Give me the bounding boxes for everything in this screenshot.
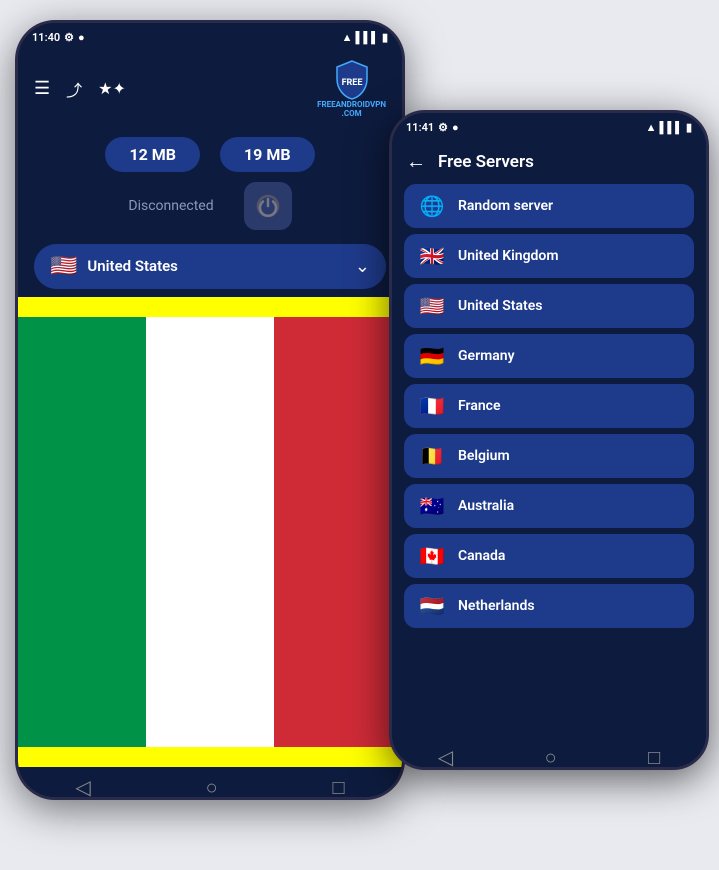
flag-yellow-bar-top bbox=[18, 297, 402, 317]
server-list: 🌐 Random server 🇬🇧 United Kingdom 🇺🇸 Uni… bbox=[392, 180, 706, 737]
phone2-signal-icon: ▌▌▌ bbox=[660, 121, 683, 134]
server-item-uk[interactable]: 🇬🇧 United Kingdom bbox=[404, 234, 694, 278]
phone2-time: 11:41 bbox=[406, 121, 434, 134]
logo-area: FREE FREEANDROIDVPN .COM bbox=[317, 59, 386, 119]
server-list-title: Free Servers bbox=[438, 152, 534, 172]
phone1-status-bar: 11:40 ⚙ ● ▲ ▌▌▌ ▮ bbox=[18, 23, 402, 51]
server-flag-be: 🇧🇪 bbox=[418, 444, 446, 468]
server-name-nl: Netherlands bbox=[458, 598, 535, 614]
recent-nav-button[interactable]: □ bbox=[332, 775, 344, 800]
phone2-bottom-nav: ◁ ○ □ bbox=[392, 737, 706, 770]
phone1: 11:40 ⚙ ● ▲ ▌▌▌ ▮ ☰ ⤴ ★✦ FREE bbox=[15, 20, 405, 800]
server-name-uk: United Kingdom bbox=[458, 248, 559, 264]
phone1-location-dot: ● bbox=[78, 31, 85, 44]
back-nav-button[interactable]: ◁ bbox=[75, 775, 90, 799]
back-arrow-button[interactable]: ← bbox=[406, 149, 426, 174]
server-name-be: Belgium bbox=[458, 448, 510, 464]
server-flag-random: 🌐 bbox=[418, 194, 446, 218]
connection-row: Disconnected bbox=[18, 176, 402, 236]
flag-white-stripe bbox=[146, 317, 274, 747]
phone1-settings-icon: ⚙ bbox=[64, 31, 74, 44]
server-name-us: United States bbox=[458, 298, 542, 314]
phone2: 11:41 ⚙ ● ▲ ▌▌▌ ▮ ← Free Servers 🌐 Rando bbox=[389, 110, 709, 770]
phones-container: 11:40 ⚙ ● ▲ ▌▌▌ ▮ ☰ ⤴ ★✦ FREE bbox=[0, 0, 719, 870]
flag-yellow-bar-bottom bbox=[18, 747, 402, 767]
status-right: ▲ ▌▌▌ ▮ bbox=[342, 31, 388, 44]
phone1-toolbar: ☰ ⤴ ★✦ FREE FREEANDROIDVPN .COM bbox=[18, 51, 402, 127]
server-item-random[interactable]: 🌐 Random server bbox=[404, 184, 694, 228]
server-flag-fr: 🇫🇷 bbox=[418, 394, 446, 418]
p2-status-left: 11:41 ⚙ ● bbox=[406, 121, 459, 134]
phone1-time: 11:40 bbox=[32, 31, 60, 44]
phone1-battery-icon: ▮ bbox=[382, 31, 388, 44]
server-item-ca[interactable]: 🇨🇦 Canada bbox=[404, 534, 694, 578]
server-name-ca: Canada bbox=[458, 548, 505, 564]
flag-red-stripe bbox=[274, 317, 402, 747]
server-flag-us: 🇺🇸 bbox=[418, 294, 446, 318]
flag-display bbox=[18, 297, 402, 767]
phone2-wifi-icon: ▲ bbox=[646, 121, 657, 134]
phone2-battery-icon: ▮ bbox=[686, 121, 692, 134]
server-item-de[interactable]: 🇩🇪 Germany bbox=[404, 334, 694, 378]
server-flag-ca: 🇨🇦 bbox=[418, 544, 446, 568]
country-selector[interactable]: 🇺🇸 United States ⌄ bbox=[34, 244, 386, 289]
rating-icon[interactable]: ★✦ bbox=[98, 79, 126, 98]
p2-home-nav-button[interactable]: ○ bbox=[545, 745, 557, 770]
p2-back-nav-button[interactable]: ◁ bbox=[438, 745, 453, 769]
server-name-de: Germany bbox=[458, 348, 515, 364]
svg-text:FREE: FREE bbox=[341, 78, 362, 88]
server-item-be[interactable]: 🇧🇪 Belgium bbox=[404, 434, 694, 478]
p2-recent-nav-button[interactable]: □ bbox=[648, 745, 660, 770]
phone2-settings-icon: ⚙ bbox=[438, 121, 448, 134]
server-item-nl[interactable]: 🇳🇱 Netherlands bbox=[404, 584, 694, 628]
chevron-down-icon: ⌄ bbox=[355, 256, 370, 277]
data-stats-row: 12 MB 19 MB bbox=[18, 127, 402, 176]
server-name-au: Australia bbox=[458, 498, 514, 514]
country-name: United States bbox=[87, 257, 345, 275]
power-button[interactable] bbox=[244, 182, 292, 230]
server-name-fr: France bbox=[458, 398, 501, 414]
server-item-us[interactable]: 🇺🇸 United States bbox=[404, 284, 694, 328]
server-list-header: ← Free Servers bbox=[392, 141, 706, 180]
download-stat: 19 MB bbox=[220, 137, 315, 172]
country-flag: 🇺🇸 bbox=[50, 254, 77, 279]
server-flag-uk: 🇬🇧 bbox=[418, 244, 446, 268]
phone2-main-content: ← Free Servers 🌐 Random server 🇬🇧 United… bbox=[392, 141, 706, 737]
flag-green-stripe bbox=[18, 317, 146, 747]
p2-status-right: ▲ ▌▌▌ ▮ bbox=[646, 121, 692, 134]
phone1-bottom-nav: ◁ ○ □ bbox=[18, 767, 402, 800]
server-flag-au: 🇦🇺 bbox=[418, 494, 446, 518]
phone2-status-bar: 11:41 ⚙ ● ▲ ▌▌▌ ▮ bbox=[392, 113, 706, 141]
server-name-random: Random server bbox=[458, 198, 553, 214]
status-left: 11:40 ⚙ ● bbox=[32, 31, 85, 44]
server-flag-de: 🇩🇪 bbox=[418, 344, 446, 368]
power-icon bbox=[254, 192, 282, 220]
phone1-main-content: ☰ ⤴ ★✦ FREE FREEANDROIDVPN .COM bbox=[18, 51, 402, 767]
logo-text-line2: .COM bbox=[317, 110, 386, 119]
phone1-wifi-icon: ▲ bbox=[342, 31, 353, 44]
connection-status: Disconnected bbox=[128, 198, 213, 214]
logo-shield-icon: FREE bbox=[333, 59, 371, 101]
server-item-au[interactable]: 🇦🇺 Australia bbox=[404, 484, 694, 528]
server-flag-nl: 🇳🇱 bbox=[418, 594, 446, 618]
upload-stat: 12 MB bbox=[105, 137, 200, 172]
menu-icon[interactable]: ☰ bbox=[34, 78, 50, 99]
home-nav-button[interactable]: ○ bbox=[206, 775, 218, 800]
phone1-signal-icon: ▌▌▌ bbox=[356, 31, 379, 44]
flag-body bbox=[18, 317, 402, 747]
share-icon[interactable]: ⤴ bbox=[66, 77, 82, 101]
server-item-fr[interactable]: 🇫🇷 France bbox=[404, 384, 694, 428]
phone2-location-dot: ● bbox=[452, 121, 459, 134]
